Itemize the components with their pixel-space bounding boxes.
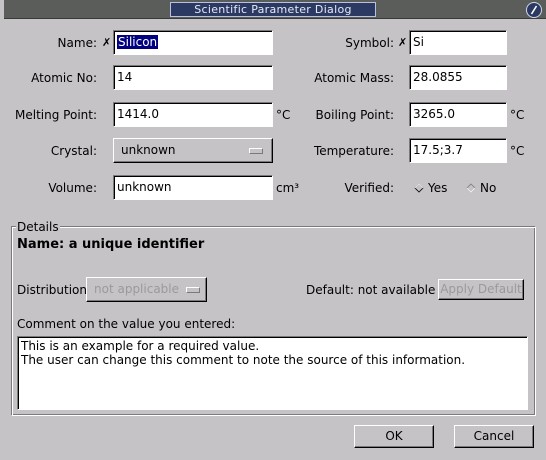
- boiling-point-label: Boiling Point:: [315, 108, 394, 122]
- verified-yes-label: Yes: [428, 181, 448, 195]
- distribution-dropdown[interactable]: not applicable: [86, 277, 207, 302]
- melting-point-label: Melting Point:: [15, 108, 97, 122]
- verified-label: Verified:: [344, 181, 394, 195]
- window-title: Scientific Parameter Dialog: [170, 2, 376, 17]
- verified-no-label: No: [480, 181, 497, 195]
- name-label: Name:: [57, 36, 97, 50]
- atomic-no-field[interactable]: 14: [113, 65, 273, 90]
- crystal-value: unknown: [121, 143, 176, 157]
- boiling-point-field[interactable]: 3265.0: [409, 102, 507, 127]
- ok-button[interactable]: OK: [354, 425, 434, 448]
- apply-default-button[interactable]: Apply Default: [438, 279, 524, 300]
- details-group-label: Details: [16, 220, 60, 234]
- symbol-field[interactable]: Si: [409, 30, 507, 55]
- distribution-label: Distribution:: [17, 283, 92, 297]
- comment-line-2: The user can change this comment to note…: [21, 353, 466, 367]
- temperature-field[interactable]: 17.5;3.7: [409, 138, 507, 163]
- close-window-button[interactable]: [526, 2, 542, 18]
- atomic-mass-label: Atomic Mass:: [314, 71, 394, 85]
- name-field[interactable]: Silicon: [113, 30, 273, 55]
- crystal-dropdown[interactable]: unknown: [113, 138, 273, 163]
- melting-point-field[interactable]: 1414.0: [113, 102, 273, 127]
- symbol-label: Symbol:: [345, 36, 394, 50]
- atomic-no-label: Atomic No:: [31, 71, 97, 85]
- temperature-unit: °C: [510, 144, 525, 158]
- radio-icon: [466, 183, 476, 193]
- radio-icon: [414, 183, 424, 193]
- verified-no-radio[interactable]: No: [466, 180, 502, 196]
- name-required-icon: ✗: [102, 36, 112, 49]
- comment-label: Comment on the value you entered:: [17, 317, 236, 331]
- comment-textarea[interactable]: This is an example for a required value.…: [17, 336, 528, 410]
- melting-point-unit: °C: [276, 108, 291, 122]
- symbol-required-icon: ✗: [398, 36, 408, 49]
- comment-line-1: This is an example for a required value.: [21, 339, 260, 353]
- temperature-label: Temperature:: [313, 144, 394, 158]
- volume-label: Volume:: [48, 181, 97, 195]
- details-heading: Name: a unique identifier: [17, 237, 205, 252]
- distribution-value: not applicable: [94, 282, 180, 296]
- atomic-mass-field[interactable]: 28.0855: [409, 65, 507, 90]
- dropdown-icon: [186, 287, 200, 293]
- volume-field[interactable]: unknown: [113, 175, 273, 200]
- close-icon: [530, 5, 538, 15]
- verified-yes-radio[interactable]: Yes: [414, 180, 456, 196]
- window-edge: [0, 0, 4, 19]
- name-value: Silicon: [117, 35, 159, 49]
- cancel-button[interactable]: Cancel: [454, 425, 534, 448]
- default-text: Default: not available: [306, 283, 436, 297]
- volume-unit: cm³: [276, 181, 300, 195]
- crystal-label: Crystal:: [50, 144, 97, 158]
- dropdown-icon: [249, 148, 263, 154]
- boiling-point-unit: °C: [510, 108, 525, 122]
